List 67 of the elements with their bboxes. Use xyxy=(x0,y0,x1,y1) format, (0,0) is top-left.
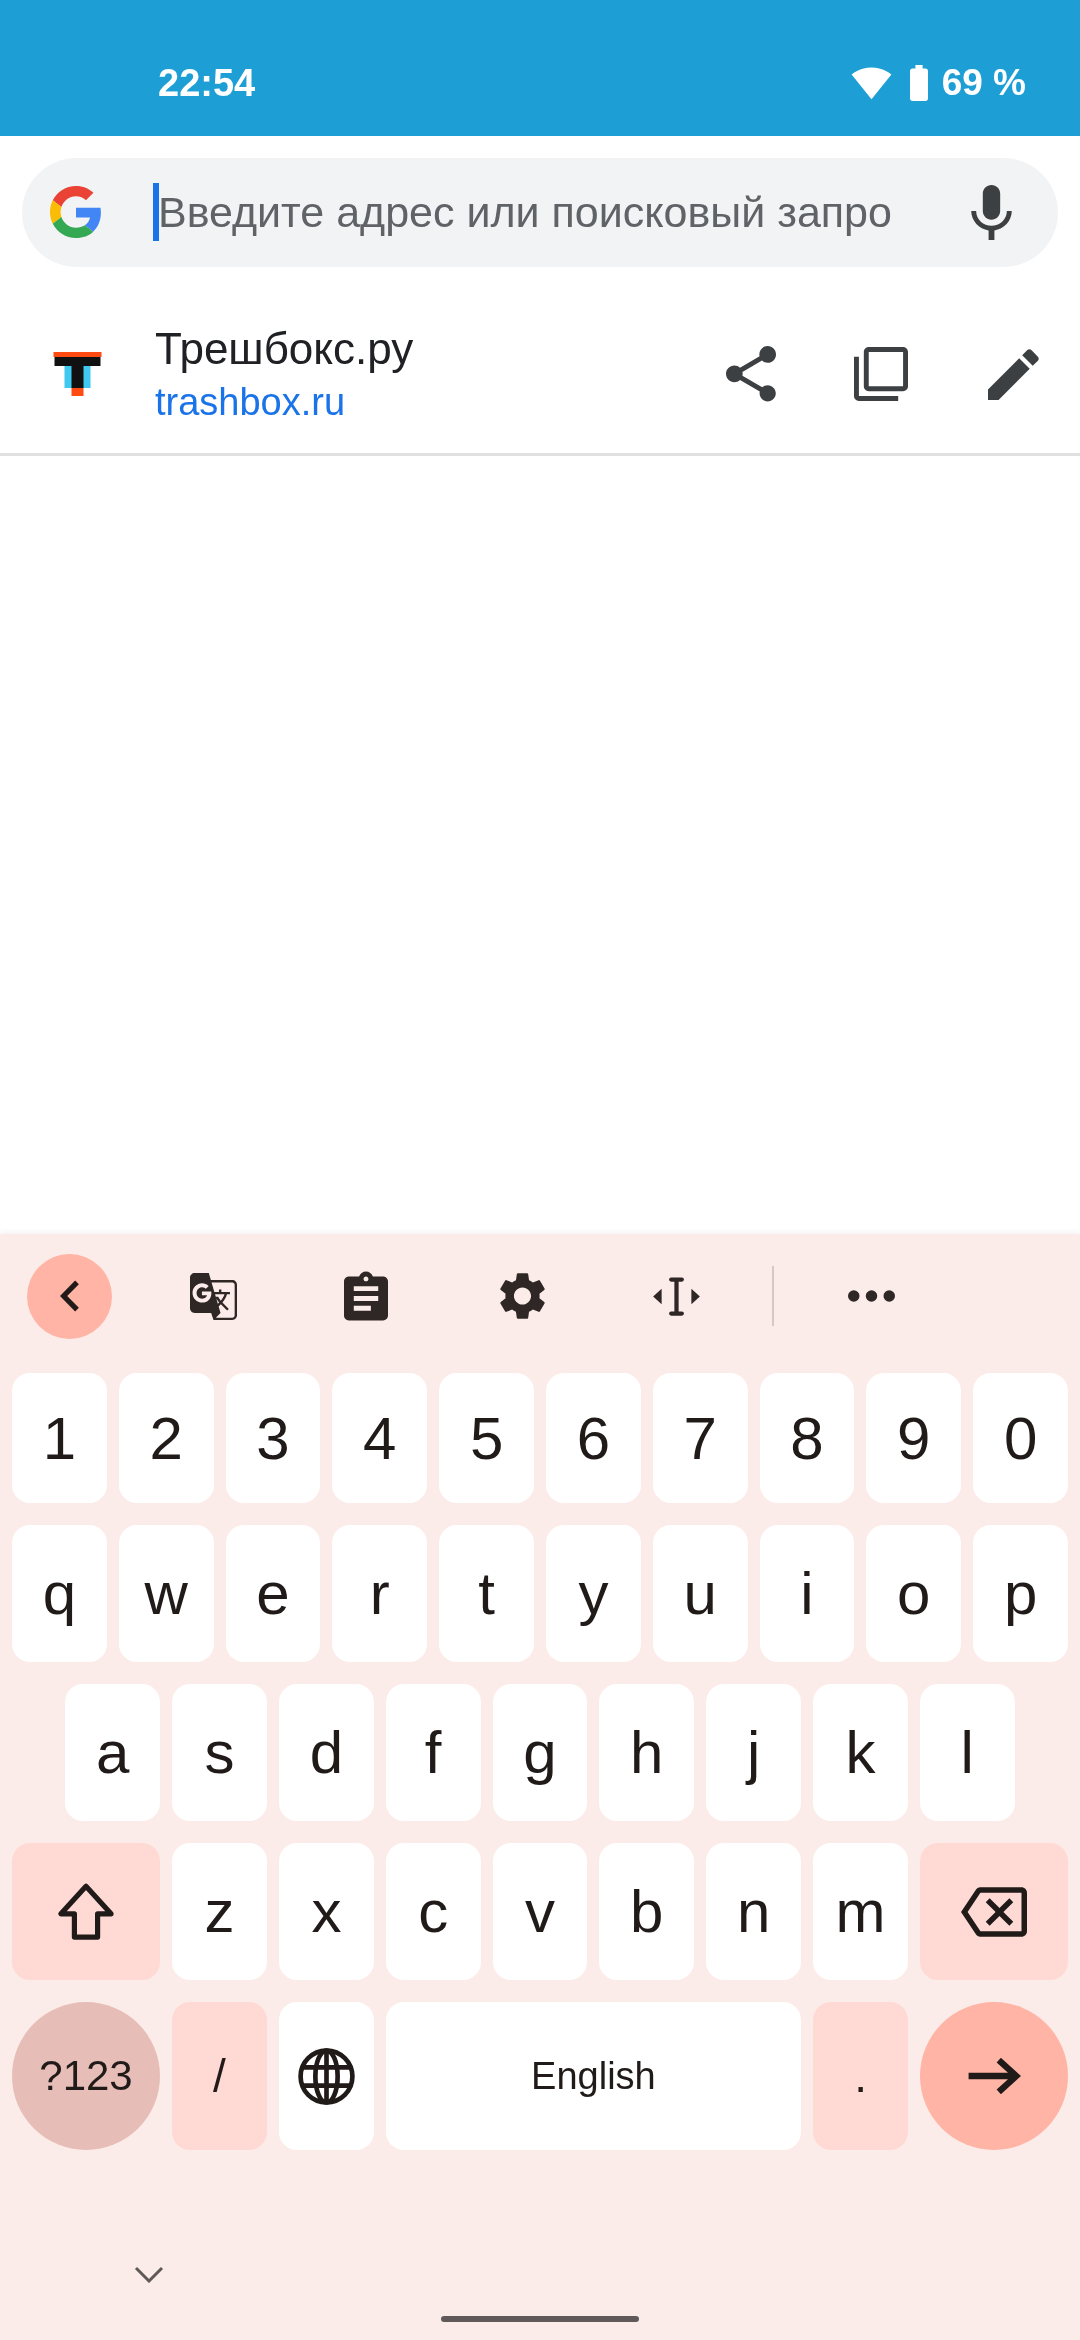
keyboard-key[interactable]: 7 xyxy=(652,1373,748,1503)
clipboard-icon[interactable] xyxy=(344,1270,388,1322)
keyboard-key[interactable]: q xyxy=(12,1525,107,1662)
keyboard-key[interactable]: e xyxy=(225,1525,321,1662)
t-logo-icon xyxy=(53,352,102,396)
keyboard-key[interactable]: w xyxy=(118,1525,214,1662)
language-key[interactable] xyxy=(278,2002,374,2150)
page-title: Трешбокс.ру xyxy=(155,324,414,374)
wifi-icon xyxy=(850,66,892,100)
keyboard-key[interactable]: j xyxy=(706,1684,801,1821)
keyboard-key[interactable]: c xyxy=(385,1843,481,1980)
space-key[interactable]: English xyxy=(385,2002,802,2150)
keyboard-key[interactable]: x xyxy=(279,1843,374,1980)
page-url: trashbox.ru xyxy=(155,380,346,424)
keyboard-key[interactable]: o xyxy=(866,1525,962,1662)
backspace-key[interactable] xyxy=(919,1843,1068,1980)
keyboard-key[interactable]: i xyxy=(759,1525,855,1662)
status-time: 22:54 xyxy=(158,61,256,105)
keyboard-key[interactable]: 5 xyxy=(439,1373,534,1503)
keyboard-key[interactable]: . xyxy=(813,2002,908,2150)
keyboard-key[interactable]: k xyxy=(813,1684,908,1821)
settings-icon[interactable] xyxy=(499,1272,546,1320)
keyboard-key[interactable]: 0 xyxy=(973,1373,1068,1503)
keyboard-key[interactable]: z xyxy=(172,1843,267,1980)
chevron-left-icon xyxy=(59,1279,80,1313)
keyboard-key[interactable]: s xyxy=(172,1684,267,1821)
g-logo-icon xyxy=(50,186,102,238)
text-cursor-arrows-icon[interactable] xyxy=(651,1274,702,1318)
share-icon[interactable] xyxy=(726,346,776,402)
keyboard-key[interactable]: 4 xyxy=(332,1373,428,1503)
keyboard-key[interactable]: l xyxy=(919,1684,1015,1821)
keyboard-key[interactable]: h xyxy=(599,1684,695,1821)
keyboard-key[interactable]: 6 xyxy=(546,1373,641,1503)
mic-icon[interactable] xyxy=(971,185,1012,240)
pencil-icon[interactable] xyxy=(988,348,1039,400)
keyboard-key[interactable]: 9 xyxy=(866,1373,962,1503)
arrow-right-icon xyxy=(967,2058,1021,2094)
battery-percent: 69 % xyxy=(941,62,1026,104)
keyboard-key[interactable]: v xyxy=(492,1843,588,1980)
keyboard-key[interactable]: 1 xyxy=(12,1373,107,1503)
keyboard-key[interactable]: y xyxy=(546,1525,641,1662)
chevron-down-icon[interactable] xyxy=(134,2266,164,2283)
symbols-key[interactable]: ?123 xyxy=(12,2002,160,2150)
shift-key[interactable] xyxy=(12,1843,161,1980)
keyboard-key[interactable]: a xyxy=(65,1684,161,1821)
keyboard-key[interactable]: 3 xyxy=(225,1373,321,1503)
globe-icon xyxy=(297,2047,355,2105)
keyboard-key[interactable]: g xyxy=(492,1684,588,1821)
copy-icon[interactable] xyxy=(854,346,908,402)
up-arrow-icon xyxy=(57,1882,116,1941)
more-icon[interactable] xyxy=(848,1290,895,1302)
keyboard-key[interactable]: f xyxy=(385,1684,481,1821)
keyboard-key[interactable]: 8 xyxy=(759,1373,855,1503)
keyboard-key[interactable]: u xyxy=(652,1525,748,1662)
keyboard-key[interactable]: r xyxy=(332,1525,428,1662)
battery-icon xyxy=(907,65,930,101)
keyboard-key[interactable]: 2 xyxy=(118,1373,214,1503)
keyboard-key[interactable]: p xyxy=(973,1525,1068,1662)
keyboard-key[interactable]: / xyxy=(172,2002,267,2150)
keyboard-key[interactable]: b xyxy=(599,1843,695,1980)
keyboard-key[interactable]: n xyxy=(706,1843,801,1980)
keyboard-key[interactable]: m xyxy=(813,1843,908,1980)
translate-icon[interactable] xyxy=(189,1272,238,1320)
backspace-icon xyxy=(960,1886,1027,1937)
keyboard-key[interactable]: d xyxy=(279,1684,374,1821)
search-field[interactable]: Введите адрес или поисковый запро xyxy=(22,158,1058,267)
keyboard-key[interactable]: t xyxy=(439,1525,534,1662)
